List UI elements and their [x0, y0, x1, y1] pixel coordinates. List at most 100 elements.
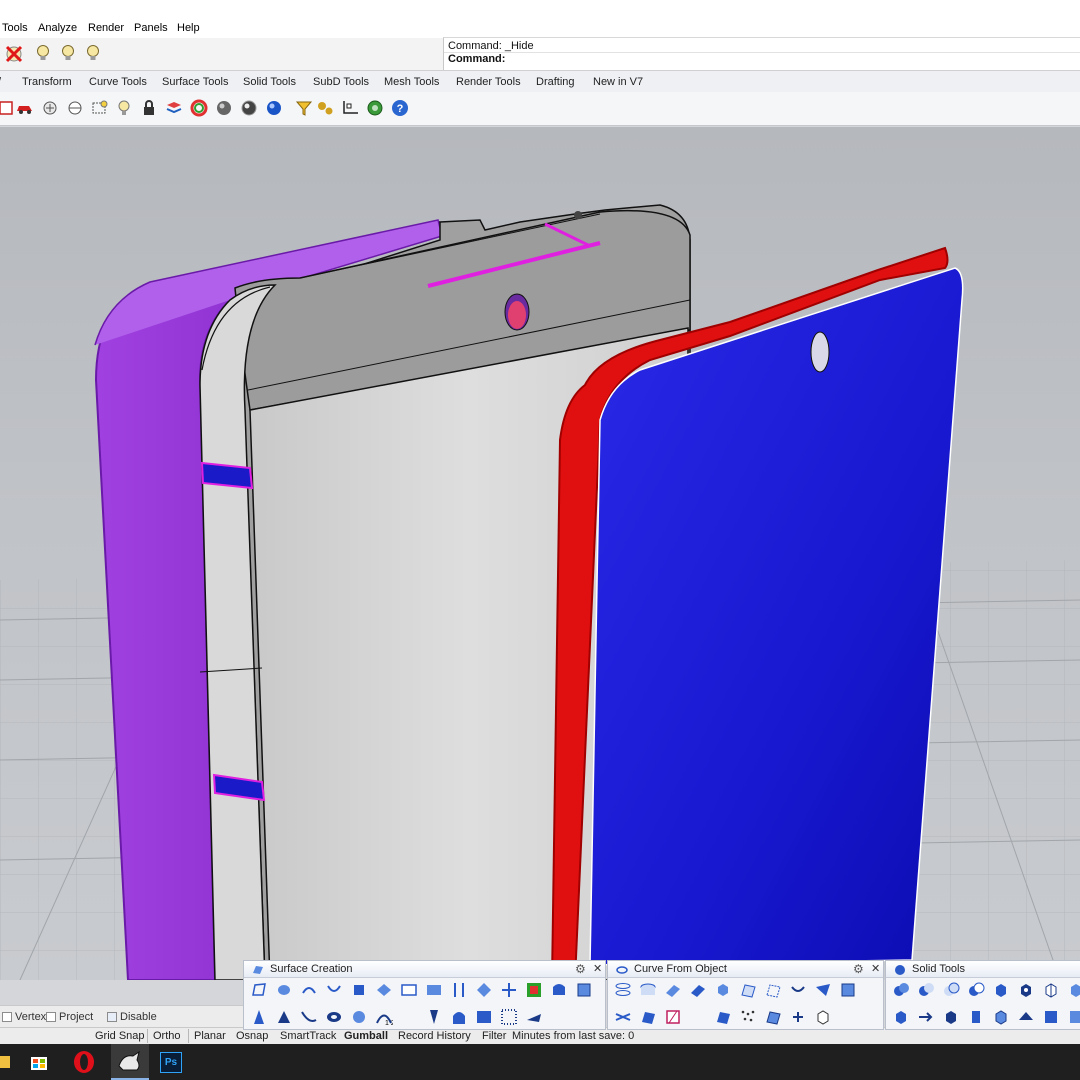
duplicate-border-icon[interactable]: [689, 981, 707, 999]
split-face-icon[interactable]: [992, 1008, 1010, 1026]
curve-sweep-icon[interactable]: [300, 1008, 318, 1026]
arc-blend-icon[interactable]: 1 2: [375, 1008, 393, 1026]
tab-subd-tools[interactable]: SubD Tools: [313, 76, 369, 88]
command-prompt[interactable]: Command:: [448, 53, 505, 65]
rectangle-plane-icon[interactable]: [400, 981, 418, 999]
project-curve-icon[interactable]: [714, 981, 732, 999]
heightfield-icon[interactable]: [575, 981, 593, 999]
edge-curves-icon[interactable]: [789, 1008, 807, 1026]
chamfer-edge-icon[interactable]: [1067, 981, 1080, 999]
point-grid-icon[interactable]: [500, 1008, 518, 1026]
surface-from-points-icon[interactable]: [250, 981, 268, 999]
create-uv-icon[interactable]: [639, 1008, 657, 1026]
boolean-difference-icon[interactable]: [917, 981, 935, 999]
vertical-plane-icon[interactable]: [425, 981, 443, 999]
menu-tools[interactable]: Tools: [2, 22, 28, 34]
rhino-icon[interactable]: [115, 1048, 145, 1076]
close-icon[interactable]: ✕: [593, 962, 602, 975]
merge-faces-icon[interactable]: [1042, 1008, 1060, 1026]
shaded-sphere-icon[interactable]: [213, 97, 235, 119]
disable-checkbox[interactable]: [107, 1012, 117, 1022]
osnap-toggle[interactable]: Osnap: [236, 1030, 268, 1042]
pull-curve-icon[interactable]: [739, 981, 757, 999]
help-icon[interactable]: ?: [389, 97, 411, 119]
gear-icon[interactable]: ⚙: [853, 962, 864, 976]
menu-render[interactable]: Render: [88, 22, 124, 34]
make-2d-icon[interactable]: [839, 981, 857, 999]
gear-icon[interactable]: ⚙: [575, 962, 586, 976]
settings-gears-icon[interactable]: [314, 97, 336, 119]
filter-toggle[interactable]: Filter: [482, 1030, 506, 1042]
record-history-toggle[interactable]: Record History: [398, 1030, 471, 1042]
opera-icon[interactable]: [69, 1048, 99, 1076]
perspective-viewport[interactable]: [0, 127, 1080, 980]
gumball-toggle[interactable]: Gumball: [344, 1030, 388, 1042]
file-explorer-icon[interactable]: [0, 1048, 16, 1076]
fillet-edge-icon[interactable]: [1042, 981, 1060, 999]
loft-icon[interactable]: [375, 981, 393, 999]
close-icon[interactable]: ✕: [871, 962, 880, 975]
tab-curve-tools[interactable]: Curve Tools: [89, 76, 147, 88]
sweep-icon[interactable]: [325, 981, 343, 999]
split-icon[interactable]: [664, 1008, 682, 1026]
solid-box-icon[interactable]: [1067, 1008, 1080, 1026]
boolean-union-icon[interactable]: [892, 981, 910, 999]
color-wheel-icon[interactable]: [188, 97, 210, 119]
torus-icon[interactable]: [325, 1008, 343, 1026]
tab-surface-tools[interactable]: Surface Tools: [162, 76, 228, 88]
photoshop-icon[interactable]: Ps: [156, 1048, 186, 1076]
globe-icon[interactable]: [364, 97, 386, 119]
patch-icon[interactable]: [525, 981, 543, 999]
rail-revolve-icon[interactable]: [475, 981, 493, 999]
silhouette-icon[interactable]: [814, 981, 832, 999]
cone-surface-icon[interactable]: [250, 1008, 268, 1026]
lightbulb-icon[interactable]: [113, 97, 135, 119]
project-checkbox[interactable]: [46, 1012, 56, 1022]
menu-analyze[interactable]: Analyze: [38, 22, 77, 34]
swap-hidden-icon[interactable]: [86, 45, 100, 61]
contour-icon[interactable]: [614, 981, 632, 999]
rendered-sphere-icon[interactable]: [238, 97, 260, 119]
tab-fragment[interactable]: /: [0, 76, 1, 88]
pan-icon[interactable]: [39, 97, 61, 119]
box-outline-icon[interactable]: [814, 1008, 832, 1026]
match-surface-icon[interactable]: [425, 1008, 443, 1026]
zoom-window-icon[interactable]: [89, 97, 111, 119]
blue-screen[interactable]: [589, 267, 964, 966]
dome-icon[interactable]: [450, 1008, 468, 1026]
tab-drafting[interactable]: Drafting: [536, 76, 575, 88]
show-selected-icon[interactable]: [61, 45, 75, 61]
fold-face-icon[interactable]: [1017, 1008, 1035, 1026]
point-cloud-icon[interactable]: [714, 1008, 732, 1026]
dots-icon[interactable]: [739, 1008, 757, 1026]
osnap-disable[interactable]: Disable: [107, 1011, 157, 1023]
extract-surface-icon[interactable]: [1017, 981, 1035, 999]
menu-panels[interactable]: Panels: [134, 22, 168, 34]
tab-render-tools[interactable]: Render Tools: [456, 76, 521, 88]
zoom-target-icon[interactable]: [64, 97, 86, 119]
osnap-project[interactable]: Project: [46, 1011, 93, 1023]
vertex-checkbox[interactable]: [2, 1012, 12, 1022]
tab-solid-tools[interactable]: Solid Tools: [243, 76, 296, 88]
pyramid-surface-icon[interactable]: [275, 1008, 293, 1026]
extrude-face-icon[interactable]: [942, 1008, 960, 1026]
cap-holes-icon[interactable]: [992, 981, 1010, 999]
tab-transform[interactable]: Transform: [22, 76, 72, 88]
extract-isocurve-icon[interactable]: [764, 981, 782, 999]
menu-help[interactable]: Help: [177, 22, 200, 34]
grid-snap-icon[interactable]: [340, 97, 362, 119]
revolve-icon[interactable]: [450, 981, 468, 999]
lock-icon[interactable]: [138, 97, 160, 119]
flat-surface-icon[interactable]: [475, 1008, 493, 1026]
blend-surface-icon[interactable]: [350, 1008, 368, 1026]
shell-icon[interactable]: [892, 1008, 910, 1026]
move-face-icon[interactable]: [917, 1008, 935, 1026]
planar-curves-icon[interactable]: [300, 981, 318, 999]
network-surface-icon[interactable]: [500, 981, 518, 999]
smarttrack-toggle[interactable]: SmartTrack: [280, 1030, 336, 1042]
show-icon[interactable]: [36, 45, 50, 61]
drape-icon[interactable]: [550, 981, 568, 999]
fin-icon[interactable]: [525, 1008, 543, 1026]
grid-snap-toggle[interactable]: Grid Snap: [95, 1030, 145, 1042]
tab-mesh-tools[interactable]: Mesh Tools: [384, 76, 439, 88]
